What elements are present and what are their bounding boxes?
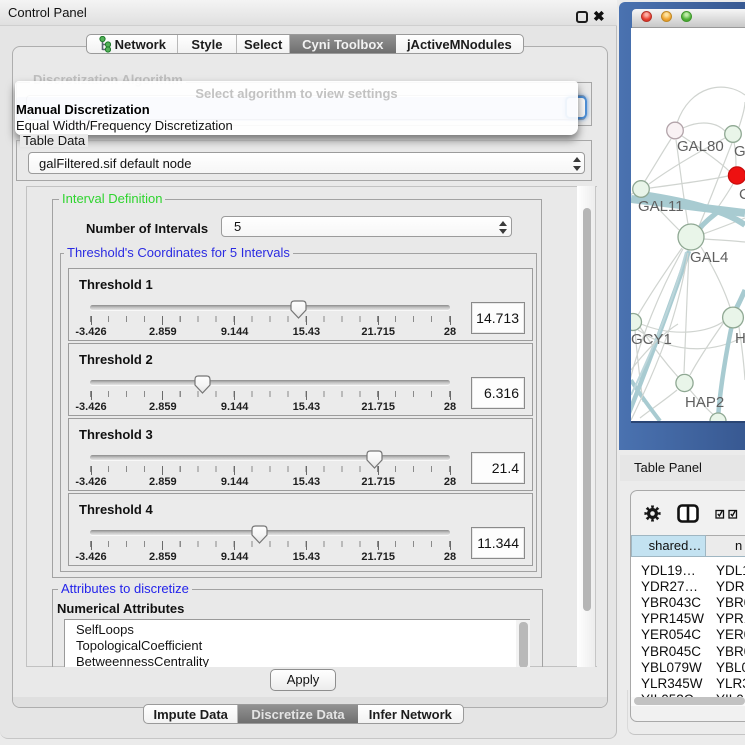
svg-text:C: C: [739, 186, 745, 203]
svg-text:GAL4: GAL4: [690, 249, 728, 266]
svg-text:GAL80: GAL80: [677, 138, 724, 155]
svg-text:GCY1: GCY1: [631, 331, 672, 348]
svg-text:GA: GA: [734, 143, 745, 160]
svg-text:H: H: [735, 330, 745, 347]
svg-text:HAP2: HAP2: [685, 394, 724, 411]
svg-text:GAL11: GAL11: [638, 198, 684, 215]
